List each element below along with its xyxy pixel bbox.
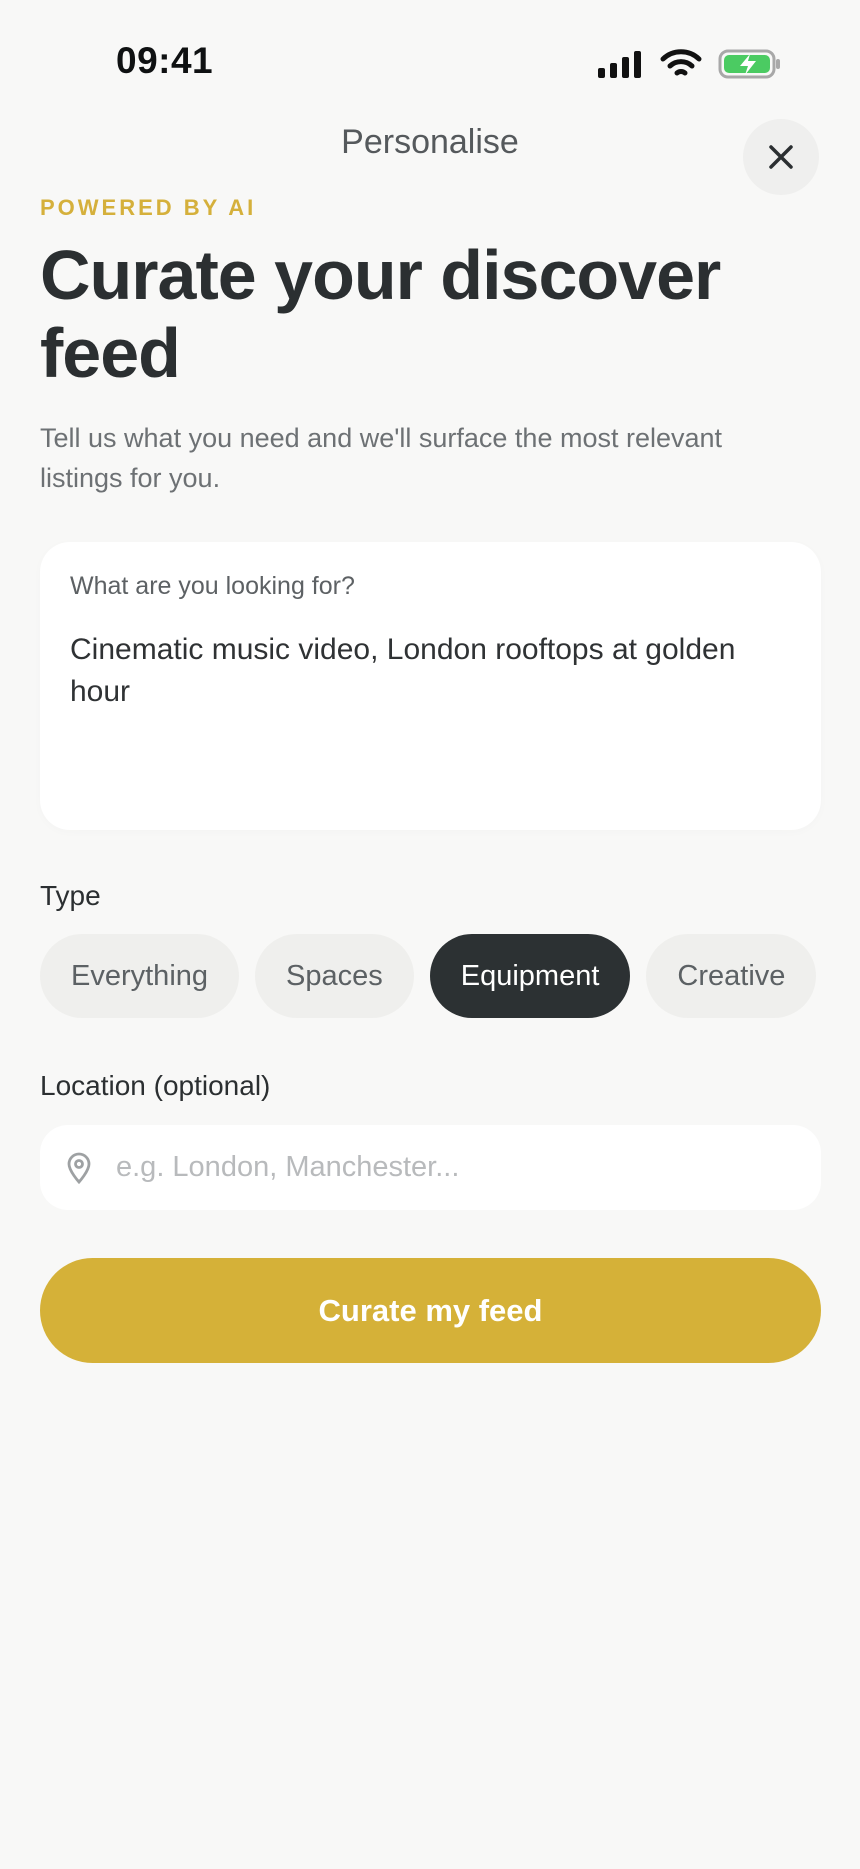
type-chip-scroller[interactable]: Everything Spaces Equipment Creative	[40, 934, 821, 1020]
query-label: What are you looking for?	[70, 572, 355, 600]
status-time: 09:41	[116, 40, 214, 81]
personalise-screen: 09:41 Personalise POWERED BY AI Curate y…	[0, 0, 860, 1869]
location-pin-icon	[67, 1152, 91, 1184]
battery-charging-icon	[718, 49, 780, 79]
signal-icon	[598, 51, 641, 78]
query-textarea[interactable]: Cinematic music video, London rooftops a…	[70, 629, 770, 713]
curate-feed-button[interactable]: Curate my feed	[40, 1258, 821, 1363]
type-section-label: Type	[40, 880, 101, 911]
location-label: Location (optional)	[40, 1070, 271, 1101]
location-input[interactable]	[114, 1150, 758, 1185]
location-field[interactable]	[40, 1125, 821, 1210]
close-icon	[769, 145, 793, 169]
page-subtitle: Tell us what you need and we'll surface …	[40, 423, 723, 493]
page-title: Curate your discover feed	[40, 236, 721, 392]
search-query-card[interactable]: What are you looking for? Cinematic musi…	[40, 542, 821, 830]
status-icons	[598, 44, 782, 84]
chip-everything[interactable]: Everything	[40, 934, 240, 1018]
status-bar: 09:41	[0, 0, 860, 100]
type-chip-row: Everything Spaces Equipment Creative	[40, 934, 821, 1018]
chip-equipment[interactable]: Equipment	[429, 934, 631, 1018]
chip-creative[interactable]: Creative	[646, 934, 817, 1018]
close-button[interactable]	[743, 119, 819, 195]
powered-by-ai-label: POWERED BY AI	[40, 195, 257, 220]
chip-spaces[interactable]: Spaces	[255, 934, 414, 1018]
wifi-icon	[660, 49, 702, 76]
header-title: Personalise	[341, 123, 519, 161]
